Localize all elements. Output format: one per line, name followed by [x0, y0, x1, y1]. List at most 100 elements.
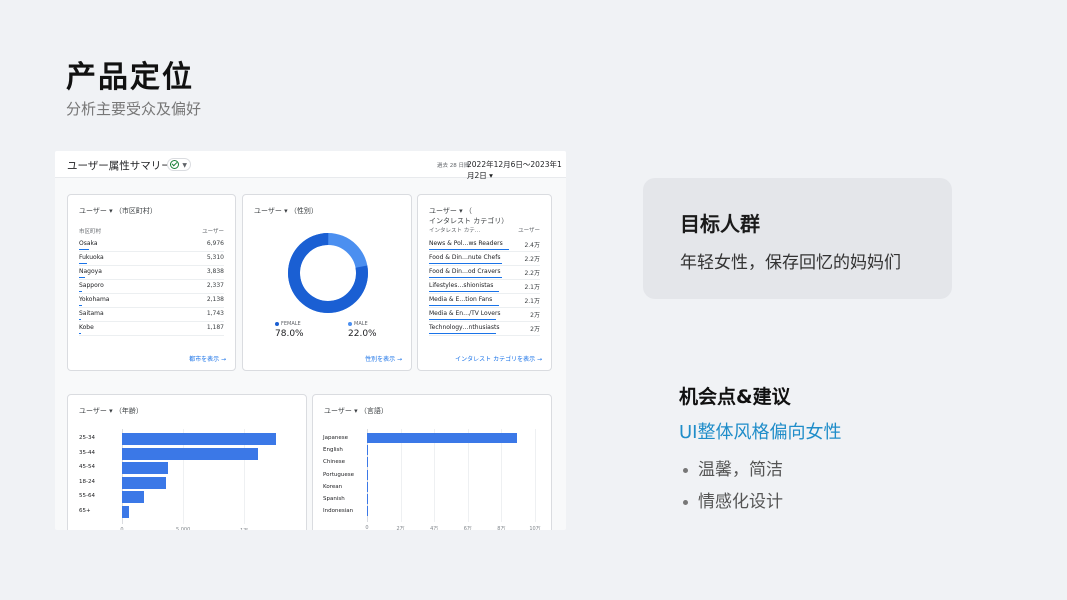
- row-value: 2.4万: [524, 242, 540, 249]
- row-label: Sapporo: [79, 282, 104, 289]
- category-label: 18-24: [79, 478, 95, 485]
- row-value: 6,976: [206, 240, 224, 247]
- card-title[interactable]: ユーザー ▾ （市区町村）: [79, 206, 157, 216]
- legend-female: FEMALE 78.0%: [275, 321, 304, 339]
- date-range-picker[interactable]: 2022年12月6日〜2023年1月2日 ▾: [467, 159, 566, 181]
- view-cities-link[interactable]: 都市を表示 →: [189, 354, 226, 363]
- table-row: Media & E…tion Fans 2.1万: [429, 294, 540, 308]
- row-label: Media & E…tion Fans: [429, 296, 493, 303]
- card-title[interactable]: ユーザー ▾ （言語）: [324, 406, 388, 416]
- card-title[interactable]: ユーザー ▾ （年齢）: [79, 406, 143, 416]
- row-label: Food & Din…nute Chefs: [429, 254, 501, 261]
- bar: [367, 494, 368, 504]
- panel-header: ユーザー属性サマリー ▼ 過去 28 日間 2022年12月6日〜2023年1月…: [55, 151, 566, 181]
- table-row: Technology…nthusiasts 2万: [429, 322, 540, 336]
- table-row: News & Pol…ws Readers 2.4万: [429, 238, 540, 252]
- x-tick-label: 8万: [497, 526, 506, 530]
- view-gender-link[interactable]: 性別を表示 →: [365, 354, 402, 363]
- category-label: 65+: [79, 507, 91, 514]
- target-text: 年轻女性，保存回忆的妈妈们: [680, 253, 901, 273]
- row-label: Technology…nthusiasts: [429, 324, 500, 331]
- target-title: 目标人群: [680, 212, 760, 236]
- bar: [367, 469, 368, 480]
- row-bar: [79, 262, 87, 264]
- bar: [122, 447, 258, 460]
- column-header-city: 市区町村: [79, 229, 102, 235]
- grid-line: [400, 429, 402, 523]
- table-row: Media & En…/TV Lovers 2万: [429, 308, 540, 322]
- row-label: Kobe: [79, 324, 94, 331]
- x-tick-label: 10万: [529, 526, 541, 530]
- row-bar: [429, 248, 509, 250]
- row-bar: [429, 332, 496, 334]
- row-bar: [79, 304, 83, 306]
- card-title-line1: ユーザー ▾ （: [429, 207, 472, 215]
- slide-subtitle: 分析主要受众及偏好: [66, 100, 202, 118]
- bar: [122, 505, 129, 518]
- x-tick-label: 4万: [430, 526, 439, 530]
- table-row: Lifestyles…shionistas 2.1万: [429, 280, 540, 294]
- bar: [367, 506, 368, 517]
- view-interests-link[interactable]: インタレスト カテゴリを表示 →: [455, 354, 542, 363]
- row-label: Yokohama: [79, 296, 110, 303]
- card-title-line2: インタレスト カテゴリ）: [429, 217, 509, 225]
- city-card: ユーザー ▾ （市区町村） 市区町村 ユーザー Osaka 6,976 Fukuok…: [67, 194, 236, 371]
- category-label: 45-54: [79, 464, 95, 470]
- analytics-screenshot: ユーザー属性サマリー ▼ 過去 28 日間 2022年12月6日〜2023年1月…: [55, 151, 566, 530]
- category-label: 25-34: [79, 435, 95, 441]
- table-row: Food & Din…od Cravers 2.2万: [429, 266, 540, 280]
- x-tick-label: 0: [120, 527, 124, 530]
- table-row: Saitama 1,743: [79, 308, 224, 322]
- row-label: Nagoya: [79, 268, 102, 275]
- bar: [122, 476, 166, 489]
- row-label: Media & En…/TV Lovers: [429, 310, 501, 317]
- row-value: 2.1万: [524, 284, 540, 291]
- bar: [122, 491, 144, 503]
- category-label: Korean: [323, 483, 343, 490]
- male-color-dot: [348, 321, 352, 326]
- bar: [367, 445, 368, 456]
- row-value: 2,138: [206, 296, 224, 303]
- legend-male-label: MALE: [354, 321, 368, 327]
- column-header-users: ユーザー: [202, 229, 224, 235]
- list-item: 温馨，简洁: [683, 454, 783, 486]
- grid-line: [467, 429, 469, 523]
- row-label: Osaka: [79, 240, 98, 247]
- grid-line: [434, 429, 436, 523]
- row-label: News & Pol…ws Readers: [429, 240, 503, 247]
- bar: [367, 457, 368, 468]
- check-circle-icon: [170, 160, 179, 169]
- row-bar: [429, 262, 503, 264]
- table-row: Yokohama 2,138: [79, 294, 224, 308]
- row-bar: [79, 290, 83, 292]
- row-value: 1,187: [206, 324, 224, 331]
- age-card: ユーザー ▾ （年齢） 0 5,000 1万 25-34 35-44 45-54 18-24…: [67, 394, 307, 530]
- category-label: Portuguese: [323, 471, 354, 478]
- x-tick-label: 1万: [236, 527, 252, 530]
- target-audience-card: 目标人群 年轻女性，保存回忆的妈妈们: [643, 178, 952, 299]
- table-row: Nagoya 3,838: [79, 266, 224, 280]
- row-bar: [429, 318, 496, 320]
- row-value: 2万: [530, 312, 540, 319]
- opportunity-subtitle: UI整体风格偏向女性: [679, 422, 842, 443]
- category-label: Indonesian: [323, 508, 354, 515]
- row-bar: [429, 276, 503, 278]
- female-percentage: 78.0%: [275, 329, 304, 339]
- gender-donut-chart: [288, 233, 368, 313]
- status-dropdown[interactable]: ▼: [167, 158, 191, 171]
- row-bar: [429, 304, 499, 306]
- row-bar: [79, 332, 81, 334]
- x-tick-label: 0: [365, 525, 369, 530]
- row-value: 5,310: [206, 254, 224, 261]
- table-row: Sapporo 2,337: [79, 280, 224, 294]
- column-header-interest: インタレスト カテ…: [429, 228, 481, 234]
- interest-card: ユーザー ▾ （ インタレスト カテゴリ） インタレスト カテ… ユーザー Ne…: [417, 194, 552, 371]
- card-title[interactable]: ユーザー ▾ （ インタレスト カテゴリ）: [429, 206, 508, 226]
- category-label: 55-64: [79, 493, 95, 499]
- row-label: Saitama: [79, 310, 104, 317]
- suggestion-list: 温馨，简洁 情感化设计: [683, 454, 783, 518]
- date-range-label: 過去 28 日間: [437, 163, 470, 169]
- row-label: Lifestyles…shionistas: [429, 282, 494, 289]
- category-label: Chinese: [323, 459, 345, 466]
- card-title[interactable]: ユーザー ▾ （性別）: [254, 206, 318, 216]
